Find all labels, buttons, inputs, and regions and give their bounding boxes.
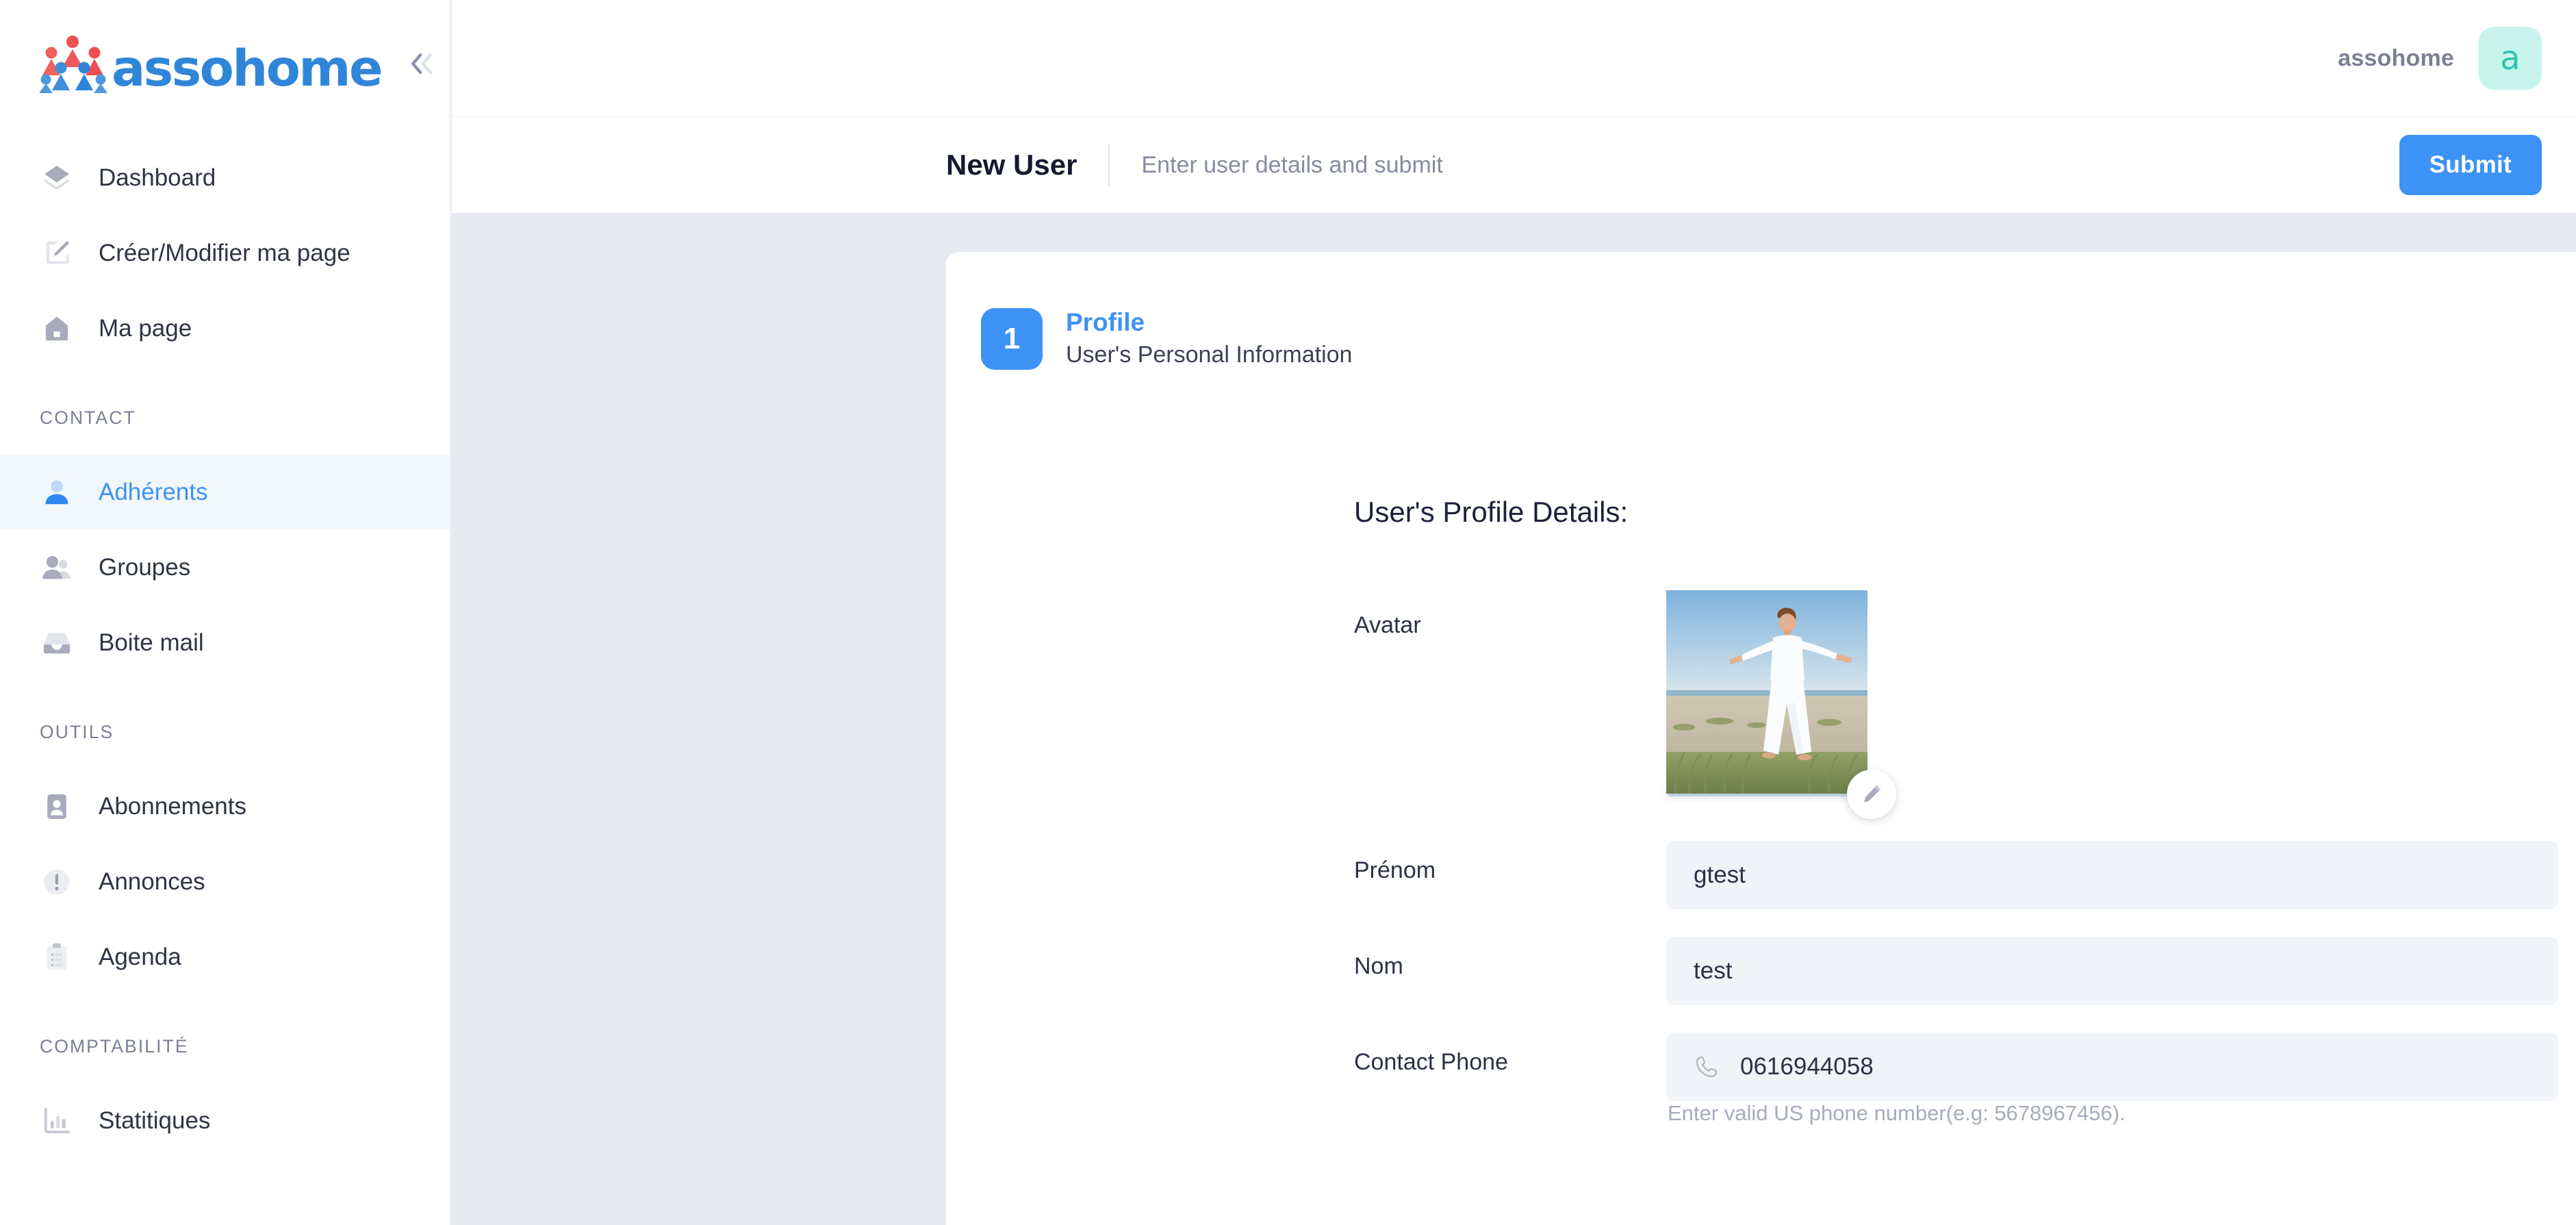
brand-row: assohome	[0, 0, 450, 127]
content-area: 1 Profile User's Personal Information Us…	[452, 213, 2576, 1225]
submit-button[interactable]: Submit	[2399, 135, 2542, 195]
field-control-nom	[1666, 937, 2558, 1005]
sidebar-item-label: Boite mail	[99, 629, 204, 656]
step-number-badge: 1	[981, 308, 1043, 370]
sidebar-item-label: Agenda	[99, 944, 181, 970]
brand-logo[interactable]: assohome	[38, 34, 383, 98]
sidebar-item-boite-mail[interactable]: Boite mail	[0, 605, 450, 681]
home-icon	[40, 312, 74, 346]
top-bar: assohome a	[452, 0, 2576, 117]
brand-wordmark: assohome	[112, 39, 383, 98]
profile-form: User's Profile Details: Avatar Prénom gt…	[946, 370, 2576, 1126]
avatar-preview-image	[1666, 590, 1867, 796]
clipboard-list-icon	[40, 940, 74, 974]
sidebar-item-creer-modifier-ma-page[interactable]: Créer/Modifier ma page	[0, 216, 450, 291]
field-label-contact-phone: Contact Phone	[1354, 1049, 1508, 1075]
wizard-panel-profile: 1 Profile User's Personal Information Us…	[946, 252, 2576, 1225]
sidebar-item-abonnements[interactable]: Abonnements	[0, 769, 450, 844]
sidebar-group-contact: CONTACT Adhérents Groupes Boite mail	[0, 407, 450, 681]
sidebar-group-comptabilite: COMPTABILITÉ Statitiques	[0, 1036, 450, 1159]
bar-chart-icon	[40, 1104, 74, 1138]
field-row-contact-phone: Contact Phone 0616944058 Enter valid US …	[946, 1033, 2576, 1126]
sidebar-item-ma-page[interactable]: Ma page	[0, 291, 450, 366]
sidebar-group-outils: OUTILS Abonnements Annonces Agenda	[0, 722, 450, 995]
org-name-label: assohome	[2338, 45, 2454, 71]
phone-input-wrapper[interactable]	[1666, 1033, 2558, 1101]
sidebar-item-label: Dashboard	[99, 164, 216, 191]
step-description: User's Personal Information	[1066, 342, 1353, 368]
page-subtitle: Enter user details and submit	[1141, 151, 1443, 178]
pencil-icon[interactable]	[1847, 770, 1896, 819]
alert-circle-icon	[40, 865, 74, 899]
sidebar-group-main: Dashboard Créer/Modifier ma page Ma page	[0, 140, 450, 366]
sidebar-item-agenda[interactable]: Agenda	[0, 920, 450, 995]
nom-input[interactable]	[1666, 937, 2558, 1005]
field-row-prenom: Prénom	[946, 841, 2576, 909]
field-label-nom: Nom	[1354, 953, 1403, 979]
sidebar-item-label: Annonces	[99, 868, 205, 895]
sidebar: assohome Dashboard Créer/Modifier ma pag…	[0, 0, 452, 1225]
sidebar-item-dashboard[interactable]: Dashboard	[0, 140, 450, 216]
diamond-layers-icon	[40, 161, 74, 195]
field-label-prenom: Prénom	[1354, 857, 1436, 883]
step-text: Profile User's Personal Information	[1066, 310, 1352, 368]
sidebar-section-label-comptabilite: COMPTABILITÉ	[40, 1036, 189, 1057]
avatar-upload[interactable]	[1666, 590, 1896, 819]
step-title: Profile	[1066, 308, 1145, 337]
prenom-input[interactable]	[1666, 841, 2558, 909]
field-control-contact-phone: Enter valid US phone number(e.g: 5678967…	[1666, 1033, 2558, 1126]
page-header-divider	[1108, 144, 1110, 186]
sidebar-item-label: Abonnements	[99, 793, 246, 820]
sidebar-item-groupes[interactable]: Groupes	[0, 530, 450, 605]
field-row-nom: Nom	[946, 937, 2576, 1005]
sidebar-section-label-outils: OUTILS	[40, 722, 114, 742]
tab-profile[interactable]: 1 Profile User's Personal Information	[946, 308, 2576, 370]
id-card-icon	[40, 790, 74, 824]
phone-helper-text: Enter valid US phone number(e.g: 5678967…	[1668, 1101, 2126, 1125]
wizard: 1 Profile User's Personal Information Us…	[946, 252, 2576, 1225]
assohome-logo-mark	[38, 34, 112, 93]
page-header-bar: New User Enter user details and submit S…	[452, 117, 2576, 213]
sidebar-item-adherents[interactable]: Adhérents	[0, 455, 450, 530]
sidebar-item-statitiques[interactable]: Statitiques	[0, 1083, 450, 1159]
app-root: assohome Dashboard Créer/Modifier ma pag…	[0, 0, 2576, 1225]
page-title: New User	[946, 149, 1077, 181]
inbox-icon	[40, 626, 74, 660]
form-section-title: User's Profile Details:	[1354, 496, 1629, 528]
users-group-icon	[40, 551, 74, 585]
user-icon	[40, 475, 74, 509]
sidebar-item-label: Groupes	[99, 554, 191, 581]
field-control-prenom	[1666, 841, 2558, 909]
main-region: assohome a New User Enter user details a…	[452, 0, 2576, 1225]
sidebar-item-annonces[interactable]: Annonces	[0, 844, 450, 920]
sidebar-item-label: Créer/Modifier ma page	[99, 240, 350, 266]
edit-square-icon	[40, 236, 74, 270]
sidebar-item-label: Adhérents	[99, 479, 208, 505]
field-row-avatar: Avatar	[946, 590, 2576, 819]
phone-icon	[1694, 1054, 1720, 1080]
field-label-avatar: Avatar	[1354, 612, 1421, 638]
avatar[interactable]: a	[2479, 27, 2542, 90]
sidebar-section-label-contact: CONTACT	[40, 407, 136, 428]
contact-phone-input[interactable]	[1740, 1053, 2531, 1081]
chevron-double-left-icon[interactable]	[399, 41, 444, 86]
sidebar-item-label: Ma page	[99, 315, 192, 342]
field-control-avatar	[1666, 590, 2558, 819]
sidebar-item-label: Statitiques	[99, 1107, 211, 1134]
